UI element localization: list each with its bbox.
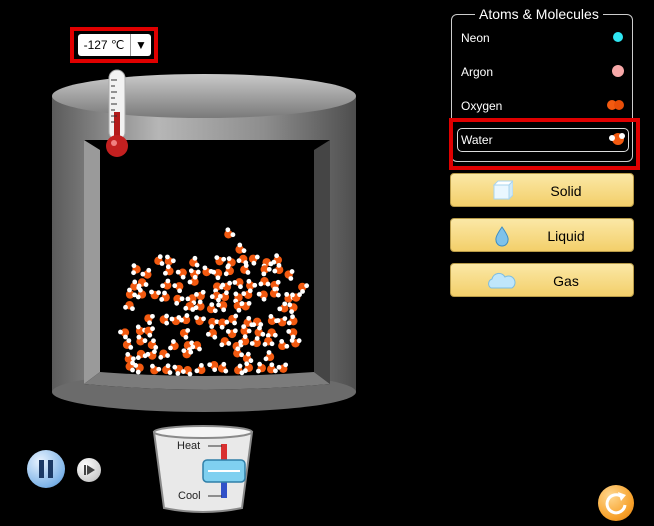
pause-icon: [39, 460, 53, 478]
species-argon[interactable]: Argon: [461, 65, 493, 79]
particle-container: [52, 74, 356, 412]
reset-icon: [605, 492, 627, 515]
ice-cube-icon: [491, 179, 515, 205]
cool-label: Cool: [178, 490, 201, 502]
step-button[interactable]: [77, 458, 101, 482]
temperature-value: -127 ℃: [78, 34, 131, 56]
heat-label: Heat: [177, 440, 201, 452]
liquid-button[interactable]: Liquid: [450, 218, 634, 252]
step-forward-icon: [84, 465, 95, 475]
solid-button[interactable]: Solid: [450, 173, 634, 207]
species-water: Water: [461, 133, 493, 147]
temperature-unit-dropdown[interactable]: -127 ℃ ▼: [78, 34, 151, 56]
argon-atom-icon: [612, 65, 624, 77]
droplet-icon: [493, 225, 511, 250]
solid-label: Solid: [550, 183, 582, 199]
panel-title: Atoms & Molecules: [475, 6, 603, 22]
neon-atom-icon: [613, 32, 623, 42]
species-neon[interactable]: Neon: [461, 31, 490, 45]
cloud-icon: [485, 271, 517, 294]
reset-button[interactable]: [598, 485, 634, 521]
pause-button[interactable]: [27, 450, 65, 488]
temperature-readout-highlight: -127 ℃ ▼: [70, 27, 158, 63]
gas-label: Gas: [553, 273, 579, 289]
triangle-down-icon[interactable]: ▼: [131, 38, 151, 52]
species-oxygen[interactable]: Oxygen: [461, 99, 502, 113]
thermometer: [106, 69, 128, 157]
gas-button[interactable]: Gas: [450, 263, 634, 297]
liquid-label: Liquid: [547, 228, 585, 244]
